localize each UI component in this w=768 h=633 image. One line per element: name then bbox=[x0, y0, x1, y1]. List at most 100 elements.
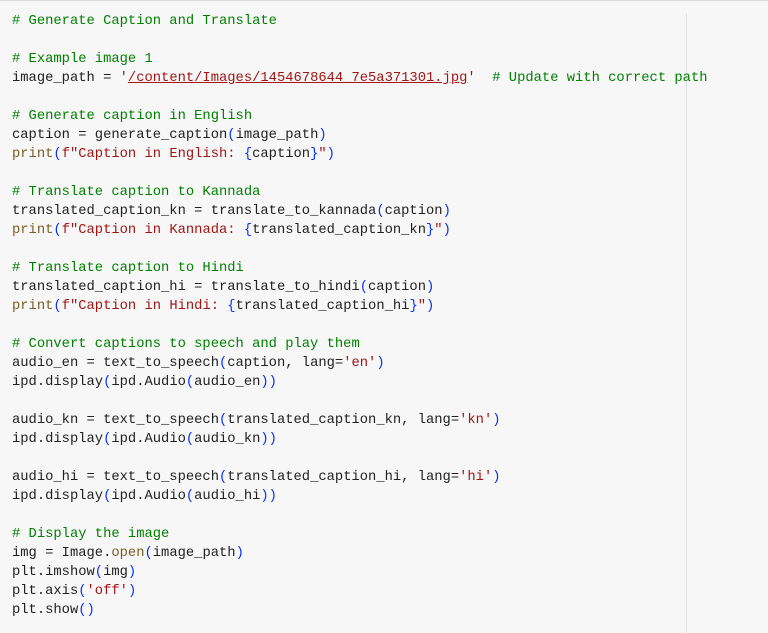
code-line[interactable]: ipd.display(ipd.Audio(audio_kn)) bbox=[12, 430, 708, 449]
code-token: ipd.Audio bbox=[111, 432, 186, 447]
code-token: translated_caption_kn, lang= bbox=[227, 413, 460, 428]
code-line[interactable]: audio_en = text_to_speech(caption, lang=… bbox=[12, 354, 708, 373]
code-token: ) bbox=[235, 546, 244, 561]
code-token: # Translate caption to Hindi bbox=[12, 261, 244, 276]
code-token: { bbox=[227, 299, 236, 314]
code-line[interactable]: print(f"Caption in English: {caption}") bbox=[12, 145, 708, 164]
code-token: )) bbox=[260, 375, 277, 390]
code-line[interactable] bbox=[12, 449, 708, 468]
code-token: ( bbox=[185, 432, 195, 447]
code-line[interactable]: # Translate caption to Hindi bbox=[12, 259, 708, 278]
code-token: ( bbox=[359, 280, 369, 295]
code-line[interactable] bbox=[12, 88, 708, 107]
code-line[interactable] bbox=[12, 164, 708, 183]
code-token: { bbox=[243, 147, 253, 162]
code-token: 'hi' bbox=[459, 470, 493, 485]
code-token: ) bbox=[426, 280, 435, 295]
code-line[interactable] bbox=[12, 506, 708, 525]
code-token: ' bbox=[467, 71, 476, 86]
code-token: ) bbox=[127, 565, 137, 580]
code-token: ipd.display bbox=[12, 489, 104, 504]
code-line[interactable] bbox=[12, 31, 708, 50]
code-line[interactable]: translated_caption_hi = translate_to_hin… bbox=[12, 278, 708, 297]
code-token: " bbox=[318, 147, 327, 162]
code-token: ipd.display bbox=[12, 375, 104, 390]
code-line[interactable] bbox=[12, 240, 708, 259]
code-token: " bbox=[417, 299, 426, 314]
code-line[interactable]: ipd.display(ipd.Audio(audio_en)) bbox=[12, 373, 708, 392]
code-token: " bbox=[434, 223, 443, 238]
code-token: 'en' bbox=[343, 356, 377, 371]
code-line[interactable]: # Convert captions to speech and play th… bbox=[12, 335, 708, 354]
code-token: ) bbox=[442, 223, 451, 238]
code-token: ) bbox=[492, 413, 501, 428]
code-token: plt.axis bbox=[12, 584, 79, 599]
code-line[interactable]: # Generate caption in English bbox=[12, 107, 708, 126]
code-token: ( bbox=[376, 204, 385, 219]
code-token: ) bbox=[127, 584, 137, 599]
code-line[interactable]: print(f"Caption in Hindi: {translated_ca… bbox=[12, 297, 708, 316]
code-token: audio_hi = text_to_speech bbox=[12, 470, 219, 485]
code-token: translated_caption_hi bbox=[235, 299, 410, 314]
code-token: translated_caption_hi = translate_to_hin… bbox=[12, 280, 360, 295]
code-token: )) bbox=[260, 432, 277, 447]
code-line[interactable]: audio_kn = text_to_speech(translated_cap… bbox=[12, 411, 708, 430]
code-line[interactable]: plt.axis('off') bbox=[12, 582, 708, 601]
code-line[interactable] bbox=[12, 316, 708, 335]
code-token: img bbox=[103, 565, 128, 580]
code-cell-editor[interactable]: # Generate Caption and Translate # Examp… bbox=[0, 1, 768, 633]
code-token: ( bbox=[185, 375, 195, 390]
code-token: f"Caption in Hindi: bbox=[61, 299, 228, 314]
code-line[interactable]: image_path = '/content/Images/1454678644… bbox=[12, 69, 708, 88]
code-token: image_path bbox=[152, 546, 236, 561]
code-token: } bbox=[409, 299, 418, 314]
code-token: caption bbox=[368, 280, 426, 295]
code-token: ( bbox=[78, 584, 87, 599]
code-token: caption bbox=[252, 147, 311, 162]
code-line[interactable]: plt.imshow(img) bbox=[12, 563, 708, 582]
code-token: caption, lang= bbox=[227, 356, 344, 371]
code-token: ) bbox=[318, 128, 327, 143]
code-line[interactable] bbox=[12, 392, 708, 411]
code-line[interactable]: caption = generate_caption(image_path) bbox=[12, 126, 708, 145]
code-line[interactable]: audio_hi = text_to_speech(translated_cap… bbox=[12, 468, 708, 487]
code-token: ( bbox=[185, 489, 195, 504]
code-line[interactable]: # Example image 1 bbox=[12, 50, 708, 69]
code-token: 'off' bbox=[86, 584, 128, 599]
code-token: ( bbox=[94, 565, 104, 580]
code-token: caption bbox=[384, 204, 443, 219]
code-line[interactable]: translated_caption_kn = translate_to_kan… bbox=[12, 202, 708, 221]
code-token: print bbox=[12, 299, 54, 314]
code-token: ) bbox=[442, 204, 451, 219]
code-token: translated_caption_hi, lang= bbox=[227, 470, 460, 485]
code-token: image_path bbox=[235, 128, 319, 143]
code-token: # Generate Caption and Translate bbox=[12, 14, 277, 29]
code-line[interactable]: # Display the image bbox=[12, 525, 708, 544]
code-token: # Example image 1 bbox=[12, 52, 153, 67]
code-token: plt.show bbox=[12, 603, 79, 618]
code-token: )) bbox=[260, 489, 277, 504]
code-line[interactable]: ipd.display(ipd.Audio(audio_hi)) bbox=[12, 487, 708, 506]
code-token: ( bbox=[144, 546, 153, 561]
code-token: audio_hi bbox=[194, 489, 261, 504]
code-line[interactable]: # Generate Caption and Translate bbox=[12, 12, 708, 31]
code-token: caption = generate_caption bbox=[12, 128, 228, 143]
code-token: print bbox=[12, 223, 54, 238]
code-line[interactable]: # Translate caption to Kannada bbox=[12, 183, 708, 202]
code-token: plt.imshow bbox=[12, 565, 95, 580]
code-line[interactable]: print(f"Caption in Kannada: {translated_… bbox=[12, 221, 708, 240]
code-token: # Display the image bbox=[12, 527, 170, 542]
code-token: ) bbox=[326, 147, 335, 162]
code-token: audio_kn bbox=[194, 432, 261, 447]
code-line[interactable]: plt.show() bbox=[12, 601, 708, 620]
code-token: 'kn' bbox=[459, 413, 493, 428]
code-token: { bbox=[243, 223, 253, 238]
code-token: open bbox=[111, 546, 145, 561]
code-token: # Update with correct path bbox=[492, 71, 708, 86]
code-line[interactable]: img = Image.open(image_path) bbox=[12, 544, 708, 563]
code-content[interactable]: # Generate Caption and Translate # Examp… bbox=[12, 12, 708, 620]
code-token: audio_en bbox=[194, 375, 261, 390]
code-token: audio_kn = text_to_speech bbox=[12, 413, 219, 428]
code-token: ) bbox=[376, 356, 385, 371]
code-token: # Generate caption in English bbox=[12, 109, 253, 124]
